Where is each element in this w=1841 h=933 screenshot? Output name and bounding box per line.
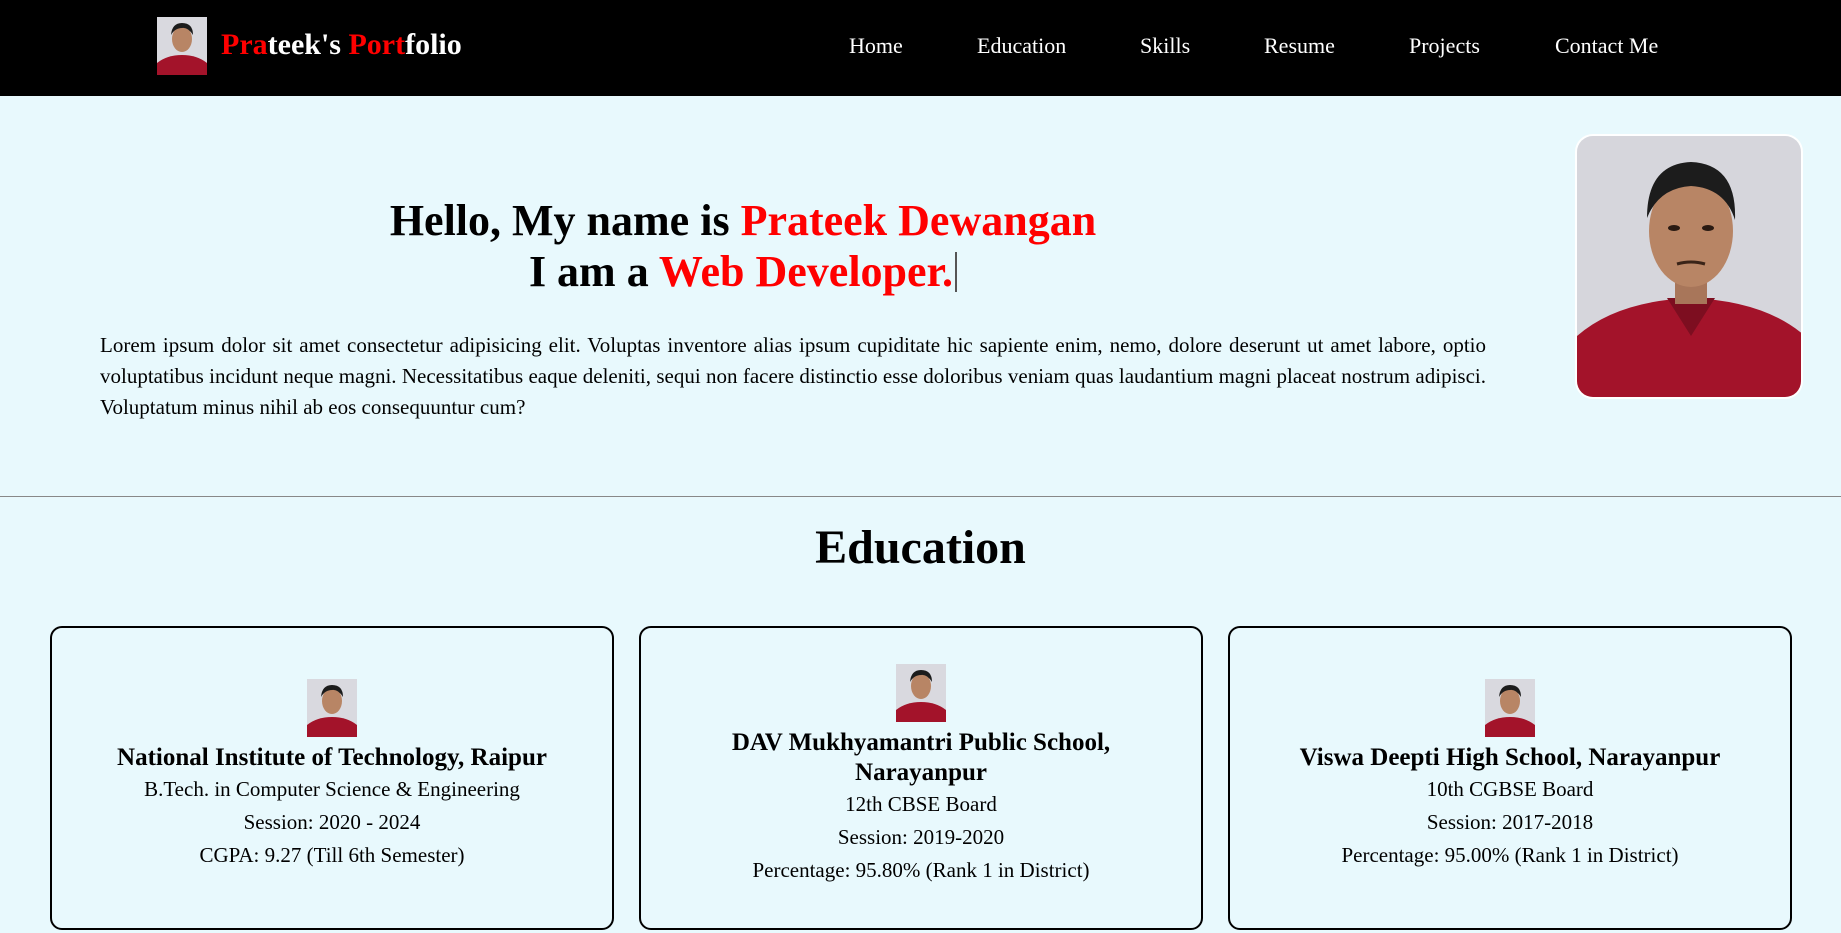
profile-photo — [1575, 134, 1803, 399]
nav-link-resume[interactable]: Resume — [1264, 33, 1335, 59]
education-card-viswa: Viswa Deepti High School, Narayanpur 10t… — [1228, 626, 1792, 930]
typing-cursor — [955, 252, 958, 292]
education-title: Education — [815, 521, 1026, 574]
school-score: Percentage: 95.80% (Rank 1 in District) — [752, 858, 1090, 882]
school-thumb-icon — [1485, 679, 1535, 737]
nav-link-contact[interactable]: Contact Me — [1555, 33, 1658, 59]
education-card-dav: DAV Mukhyamantri Public School, Narayanp… — [639, 626, 1203, 930]
greeting-prefix: Hello, My name is — [389, 196, 741, 245]
section-divider — [0, 496, 1841, 497]
navbar: Prateek's Portfolio Home Education Skill… — [0, 0, 1841, 96]
nav-link-home[interactable]: Home — [849, 33, 903, 59]
school-session: Session: 2020 - 2024 — [243, 810, 421, 834]
role-prefix: I am a — [528, 247, 659, 296]
hero-greeting-line-1: Hello, My name is Prateek Dewangan — [100, 195, 1386, 246]
school-score: Percentage: 95.00% (Rank 1 in District) — [1341, 843, 1679, 867]
hero-description: Lorem ipsum dolor sit amet consectetur a… — [100, 333, 1486, 419]
school-program: 12th CBSE Board — [845, 792, 997, 816]
school-score: CGPA: 9.27 (Till 6th Semester) — [199, 843, 465, 867]
nav-link-education[interactable]: Education — [977, 33, 1066, 59]
school-name: DAV Mukhyamantri Public School, Narayanp… — [731, 729, 1111, 786]
school-program: 10th CGBSE Board — [1426, 777, 1594, 801]
school-thumb-icon — [896, 664, 946, 722]
school-thumb-icon — [307, 679, 357, 737]
school-program: B.Tech. in Computer Science & Engineerin… — [144, 777, 520, 801]
nav-link-skills[interactable]: Skills — [1140, 33, 1190, 59]
hero-role: Web Developer. — [658, 247, 954, 296]
nav-link-projects[interactable]: Projects — [1409, 33, 1480, 59]
school-session: Session: 2017-2018 — [1426, 810, 1594, 834]
hero-name: Prateek Dewangan — [740, 196, 1097, 245]
school-name: National Institute of Technology, Raipur — [117, 744, 547, 771]
school-name: Viswa Deepti High School, Narayanpur — [1299, 744, 1721, 771]
hero-greeting-line-2: I am a Web Developer. — [100, 246, 1386, 297]
school-session: Session: 2019-2020 — [837, 825, 1005, 849]
education-card-nit: National Institute of Technology, Raipur… — [50, 626, 614, 930]
nav-links: Home Education Skills Resume Projects Co… — [0, 33, 1841, 63]
